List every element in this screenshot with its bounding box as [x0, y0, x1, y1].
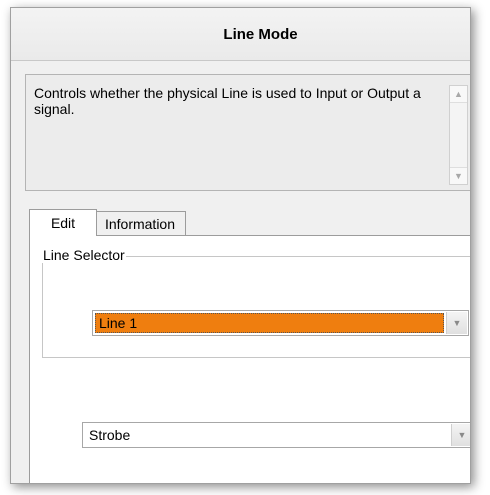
description-box: Controls whether the physical Line is us… [25, 74, 470, 191]
scroll-down-icon[interactable]: ▼ [450, 167, 467, 184]
line-mode-dropdown[interactable]: Strobe ▼ [82, 422, 470, 448]
tab-information-label: Information [104, 216, 176, 232]
chevron-down-icon[interactable]: ▼ [451, 424, 470, 446]
line-selector-label: Line Selector [42, 247, 126, 263]
line-selector-dropdown[interactable]: Line 1 ▼ [92, 310, 469, 336]
tab-information[interactable]: Information [95, 211, 186, 236]
line-mode-value: Strobe [89, 427, 131, 443]
edit-tab-panel: Line Selector Line 1 ▼ Strobe ▼ [29, 235, 470, 483]
description-scrollbar[interactable]: ▲ ▼ [449, 85, 468, 185]
tab-edit[interactable]: Edit [29, 209, 97, 236]
line-selector-group [42, 256, 470, 358]
scroll-up-icon[interactable]: ▲ [450, 86, 467, 103]
tab-edit-label: Edit [50, 215, 76, 231]
panel-title: Line Mode [223, 25, 298, 43]
chevron-down-icon[interactable]: ▼ [446, 312, 467, 334]
description-text: Controls whether the physical Line is us… [34, 85, 421, 117]
line-selector-value: Line 1 [95, 313, 444, 333]
line-mode-panel: Line Mode Controls whether the physical … [10, 7, 471, 484]
panel-header: Line Mode [11, 8, 470, 61]
